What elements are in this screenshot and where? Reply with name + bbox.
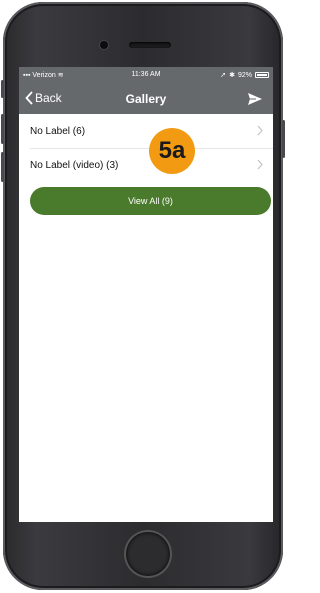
annotation-badge: 5a: [149, 128, 195, 174]
power-button: [282, 120, 285, 158]
page-title: Gallery: [125, 92, 167, 106]
gallery-item-label: No Label (video) (3): [30, 159, 119, 171]
status-right: ➚ ✱ 92%: [220, 71, 269, 79]
bluetooth-icon: ✱: [229, 72, 235, 79]
volume-up-button: [1, 114, 4, 144]
gallery-item-no-label-video[interactable]: No Label (video) (3): [19, 148, 273, 182]
front-camera: [100, 41, 108, 49]
gallery-item-no-label[interactable]: No Label (6): [19, 114, 273, 148]
gallery-item-label: No Label (6): [30, 125, 86, 137]
location-icon: ➚: [220, 72, 227, 79]
view-all-button[interactable]: View All (9): [30, 187, 271, 215]
battery-icon: [255, 72, 269, 78]
status-bar: ▪▪▪ Verizon ≋ 11:36 AM ➚ ✱ 92%: [19, 67, 273, 84]
home-button[interactable]: [126, 532, 170, 576]
phone-screen: ▪▪▪ Verizon ≋ 11:36 AM ➚ ✱ 92% Back Gall…: [19, 67, 273, 522]
nav-bar: Back Gallery: [19, 84, 273, 114]
chevron-right-icon: [257, 125, 263, 136]
earpiece-speaker: [129, 42, 171, 48]
battery-percent: 92%: [237, 71, 252, 79]
mute-switch: [1, 80, 4, 98]
volume-down-button: [1, 152, 4, 182]
send-icon[interactable]: [247, 92, 263, 106]
chevron-right-icon: [257, 159, 263, 170]
